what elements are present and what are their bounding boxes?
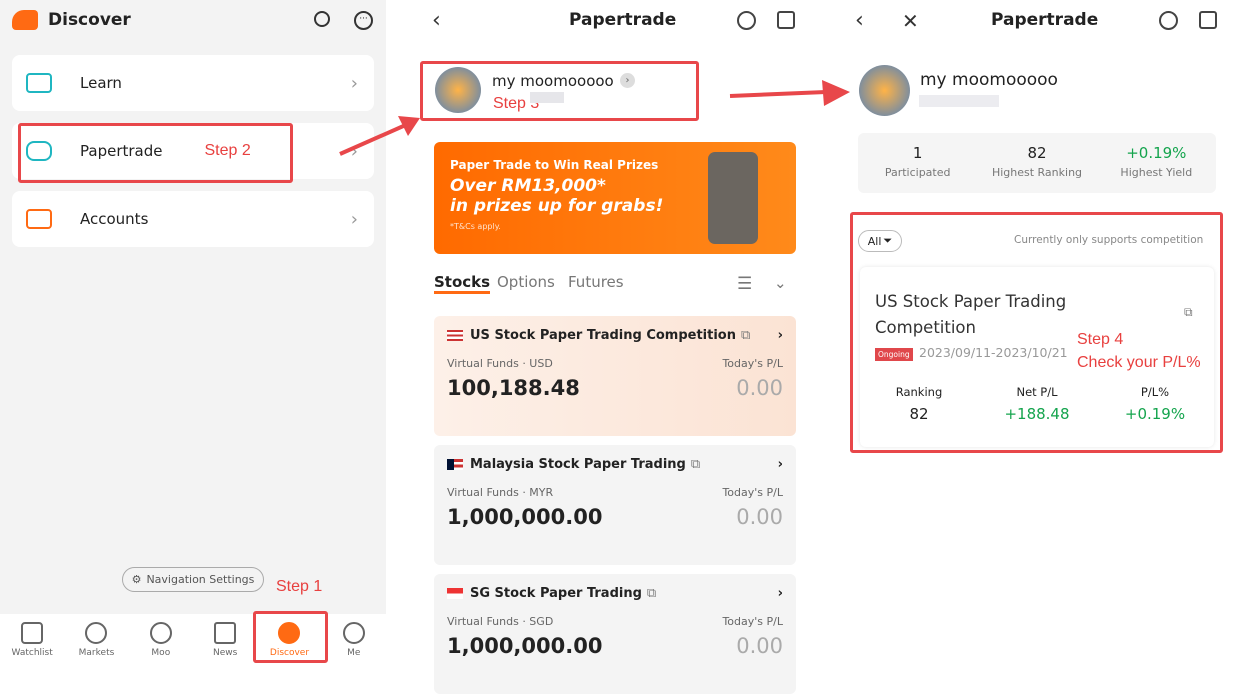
arrow-step3-to-step4-icon bbox=[729, 80, 850, 106]
stat-highest-yield: +0.19% Highest Yield bbox=[1097, 133, 1216, 193]
singapore-flag-icon bbox=[447, 588, 463, 599]
tab-stocks[interactable]: Stocks bbox=[434, 273, 491, 294]
funds-value: 100,188.48 bbox=[447, 376, 580, 400]
list-icon[interactable]: ☰ bbox=[737, 274, 752, 294]
pl-value: 0.00 bbox=[736, 376, 783, 400]
chevron-right-icon: › bbox=[350, 208, 358, 230]
us-flag-icon bbox=[447, 330, 463, 341]
close-icon[interactable]: ✕ bbox=[902, 9, 919, 33]
share-icon[interactable]: ⧉ bbox=[741, 328, 750, 343]
share-icon[interactable] bbox=[1199, 11, 1217, 29]
tab-markets[interactable]: Markets bbox=[66, 614, 126, 664]
planet-icon bbox=[85, 622, 108, 644]
nav-settings-label: Navigation Settings bbox=[146, 573, 255, 586]
back-icon[interactable]: ‹ bbox=[432, 8, 441, 33]
chevron-right-icon: › bbox=[777, 586, 783, 601]
share-icon[interactable]: ⧉ bbox=[691, 457, 700, 472]
news-icon bbox=[214, 622, 237, 644]
step1-highlight bbox=[253, 611, 328, 663]
menu-item-accounts[interactable]: Accounts › bbox=[12, 191, 374, 247]
tab-label: Markets bbox=[78, 648, 115, 658]
discover-panel: Discover ··· Learn › Papertrade Step 2 › Ac… bbox=[0, 0, 386, 664]
tab-watchlist[interactable]: Watchlist bbox=[2, 614, 62, 664]
stat-value: 1 bbox=[912, 144, 923, 162]
stat-highest-ranking: 82 Highest Ranking bbox=[977, 133, 1096, 193]
stat-participated: 1 Participated bbox=[858, 133, 977, 193]
chevron-right-icon: › bbox=[777, 457, 783, 472]
tab-futures[interactable]: Futures bbox=[568, 273, 624, 291]
tab-label: Watchlist bbox=[11, 648, 53, 658]
funds-value: 1,000,000.00 bbox=[447, 505, 603, 529]
pl-value: 0.00 bbox=[736, 505, 783, 529]
heart-icon bbox=[21, 622, 44, 644]
arrow-step2-to-step3-icon bbox=[339, 116, 420, 156]
step1-annotation: Step 1 bbox=[276, 578, 323, 595]
refresh-icon[interactable] bbox=[1159, 11, 1178, 30]
gear-icon: ⚙ bbox=[131, 573, 142, 586]
moomoo-logo-icon bbox=[12, 10, 38, 30]
message-icon[interactable]: ··· bbox=[354, 11, 373, 30]
navigation-settings-button[interactable]: ⚙ Navigation Settings bbox=[122, 567, 264, 592]
stat-label: Participated bbox=[884, 166, 951, 179]
page-title: Papertrade bbox=[991, 10, 1099, 30]
chevron-down-icon[interactable]: ⌄ bbox=[774, 274, 787, 292]
chevron-right-icon: › bbox=[350, 72, 358, 94]
funds-label: Virtual Funds · MYR bbox=[447, 486, 554, 499]
username: my moomooooo bbox=[920, 70, 1058, 90]
tab-label: News bbox=[212, 648, 238, 658]
malaysia-flag-icon bbox=[447, 459, 463, 470]
stat-label: Highest Ranking bbox=[991, 166, 1083, 179]
stats-bar: 1 Participated 82 Highest Ranking +0.19% Hi… bbox=[858, 133, 1216, 193]
pl-label: Today's P/L bbox=[722, 357, 783, 370]
refresh-icon[interactable] bbox=[737, 11, 756, 30]
search-icon[interactable] bbox=[314, 11, 330, 27]
tab-moo[interactable]: Moo bbox=[131, 614, 191, 664]
bottom-tab-bar: Watchlist Markets Moo News Discover Me bbox=[0, 614, 386, 664]
pl-value: 0.00 bbox=[736, 634, 783, 658]
book-icon bbox=[26, 73, 52, 93]
tab-label: Me bbox=[347, 648, 361, 658]
stat-label: Highest Yield bbox=[1120, 166, 1193, 179]
step3-highlight bbox=[420, 61, 699, 121]
card-title: Malaysia Stock Paper Trading bbox=[470, 457, 686, 472]
menu-item-learn[interactable]: Learn › bbox=[12, 55, 374, 111]
prize-phone-image bbox=[708, 152, 758, 244]
person-icon bbox=[342, 622, 365, 644]
tab-news[interactable]: News bbox=[195, 614, 255, 664]
avatar bbox=[859, 65, 910, 116]
moo-icon bbox=[149, 622, 172, 644]
funds-value: 1,000,000.00 bbox=[447, 634, 603, 658]
account-card[interactable]: Malaysia Stock Paper Trading ⧉ › Virtual F… bbox=[434, 445, 796, 565]
tab-options[interactable]: Options bbox=[497, 273, 555, 291]
account-card[interactable]: SG Stock Paper Trading ⧉ › Virtual Funds ·… bbox=[434, 574, 796, 694]
redacted-id bbox=[919, 95, 999, 107]
page-title: Discover bbox=[48, 10, 131, 30]
funds-label: Virtual Funds · USD bbox=[447, 357, 553, 370]
stat-value: 82 bbox=[1027, 144, 1047, 162]
card-title: SG Stock Paper Trading bbox=[470, 586, 642, 601]
account-card[interactable]: US Stock Paper Trading Competition ⧉ › Vir… bbox=[434, 316, 796, 436]
pl-label: Today's P/L bbox=[722, 615, 783, 628]
page-title: Papertrade bbox=[569, 10, 677, 30]
menu-label: Accounts bbox=[80, 210, 149, 228]
chevron-right-icon: › bbox=[777, 328, 783, 343]
share-icon[interactable] bbox=[777, 11, 795, 29]
card-title: US Stock Paper Trading Competition bbox=[470, 328, 736, 343]
share-icon[interactable]: ⧉ bbox=[647, 586, 656, 601]
stat-value: +0.19% bbox=[1126, 144, 1187, 162]
pl-label: Today's P/L bbox=[722, 486, 783, 499]
step4-highlight bbox=[850, 212, 1223, 453]
wallet-icon bbox=[26, 209, 52, 229]
tab-me[interactable]: Me bbox=[324, 614, 384, 664]
funds-label: Virtual Funds · SGD bbox=[447, 615, 554, 628]
tab-label: Moo bbox=[151, 648, 171, 658]
promo-banner[interactable]: Paper Trade to Win Real Prizes Over RM13… bbox=[434, 142, 796, 254]
back-icon[interactable]: ‹ bbox=[855, 8, 864, 33]
step2-highlight bbox=[18, 123, 293, 183]
menu-label: Learn bbox=[80, 74, 122, 92]
